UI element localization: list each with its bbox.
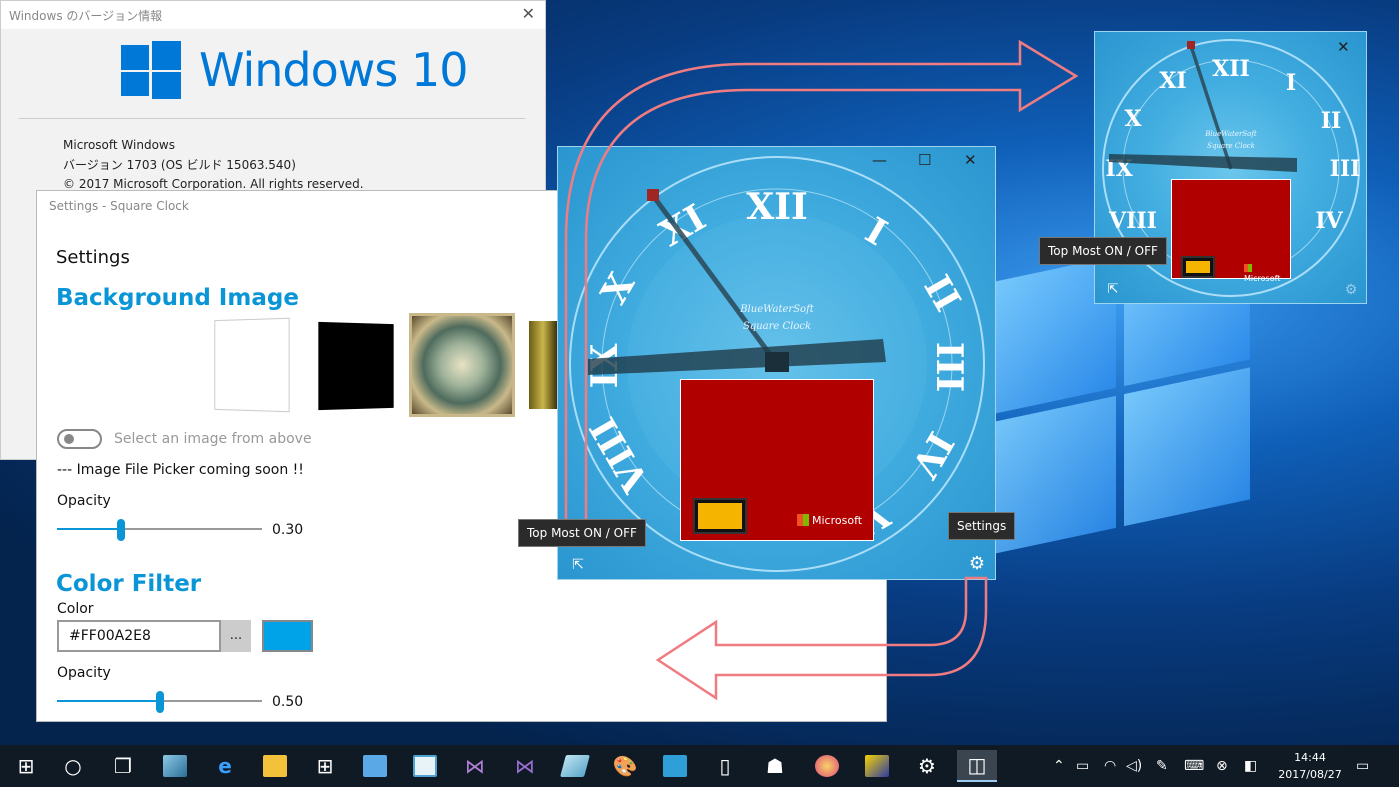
battery-icon[interactable]: ▭ <box>1076 745 1089 787</box>
tooltip-topmost: Top Most ON / OFF <box>518 519 646 547</box>
store-icon[interactable]: ⊞ <box>305 750 345 782</box>
arrow-annotations <box>564 39 1079 701</box>
notepad-icon[interactable] <box>405 750 445 782</box>
clock-date: 2017/08/27 <box>1278 768 1342 781</box>
tooltip-settings: Settings <box>948 512 1016 540</box>
settings-icon[interactable]: ⚙ <box>907 750 947 782</box>
visual-studio-blend-icon[interactable]: ⋈ <box>505 750 545 782</box>
people-icon[interactable]: ☗ <box>755 750 795 782</box>
start-icon[interactable]: ⊞ <box>6 750 46 782</box>
photos-icon[interactable] <box>155 750 195 782</box>
palette-icon[interactable] <box>807 750 847 782</box>
system-clock[interactable]: 14:44 2017/08/27 <box>1276 749 1344 783</box>
file-explorer-icon[interactable] <box>255 750 295 782</box>
clock-time: 14:44 <box>1294 751 1326 764</box>
visual-studio-icon[interactable]: ⋈ <box>455 750 495 782</box>
paint3d-icon[interactable] <box>555 750 595 782</box>
show-hidden-icons[interactable]: ⌃ <box>1053 745 1065 787</box>
edge-icon[interactable]: e <box>205 750 245 782</box>
cortana-icon[interactable]: ○ <box>53 750 93 782</box>
taskbar: ⊞ ○ ❐ e ⊞ ⋈ ⋈ 🎨 ▯ ☗ ⚙ ◫ ⌃ ▭ ◠ ◁) ✎ ⌨ ⊗ ◧… <box>0 745 1399 787</box>
error-icon[interactable]: ⊗ <box>1216 745 1228 787</box>
keyboard-icon[interactable]: ⌨ <box>1184 745 1204 787</box>
tooltip-topmost-small: Top Most ON / OFF <box>1039 237 1167 265</box>
volume-icon[interactable]: ◁) <box>1126 745 1142 787</box>
pen-icon[interactable]: ✎ <box>1156 745 1168 787</box>
ime-icon[interactable]: ◧ <box>1244 745 1257 787</box>
app-icon[interactable] <box>355 750 395 782</box>
game-icon[interactable] <box>857 750 897 782</box>
task-view-icon[interactable]: ❐ <box>103 750 143 782</box>
phone-icon[interactable]: ▯ <box>705 750 745 782</box>
paint-icon[interactable]: 🎨 <box>605 750 645 782</box>
square-clock-icon[interactable]: ◫ <box>957 750 997 782</box>
azure-icon[interactable] <box>655 750 695 782</box>
action-center-icon[interactable]: ▭ <box>1356 745 1369 787</box>
network-icon[interactable]: ◠ <box>1104 745 1116 787</box>
